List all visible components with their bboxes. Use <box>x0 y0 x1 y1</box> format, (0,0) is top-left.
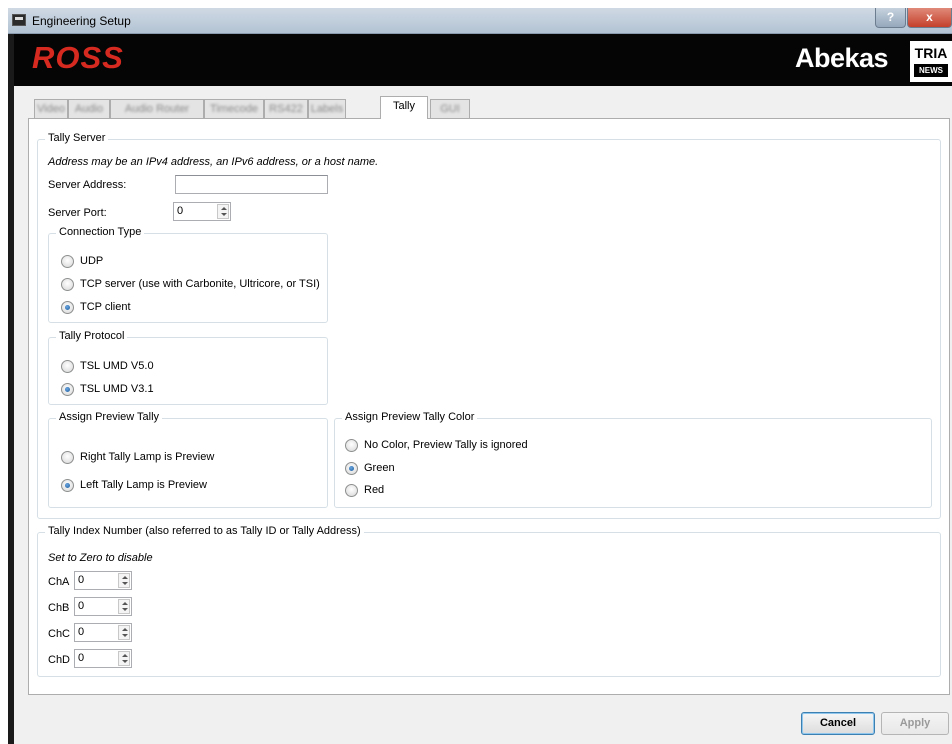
radio-tsl-v50[interactable] <box>61 360 74 373</box>
chb-spinbox[interactable]: 0 <box>74 597 132 616</box>
spin-arrows-icon[interactable] <box>118 625 130 640</box>
server-address-input[interactable] <box>175 175 328 194</box>
tab-video[interactable]: Video <box>34 99 68 118</box>
spin-arrows-icon[interactable] <box>118 651 130 666</box>
assign-preview-tally-color-title: Assign Preview Tally Color <box>342 411 478 423</box>
chc-value: 0 <box>78 626 85 638</box>
server-port-spinbox[interactable]: 0 <box>173 202 231 221</box>
assign-preview-tally-group: Assign Preview Tally Right Tally Lamp is… <box>48 411 328 508</box>
assign-preview-tally-color-group: Assign Preview Tally Color No Color, Pre… <box>334 411 932 508</box>
radio-tcp-server[interactable] <box>61 278 74 291</box>
radio-tcp-client[interactable] <box>61 301 74 314</box>
tab-labels[interactable]: Labels <box>308 99 346 118</box>
tab-audio-router[interactable]: Audio Router <box>110 99 204 118</box>
help-button[interactable]: ? <box>875 8 906 28</box>
apply-button[interactable]: Apply <box>881 712 949 735</box>
radio-no-color[interactable] <box>345 439 358 452</box>
tria-logo-text: TRIA <box>914 45 948 61</box>
red-label[interactable]: Red <box>364 484 384 496</box>
no-color-label[interactable]: No Color, Preview Tally is ignored <box>364 439 528 451</box>
abekas-logo: Abekas <box>795 43 889 73</box>
tria-news-logo: TRIA NEWS <box>910 41 952 82</box>
radio-red[interactable] <box>345 484 358 497</box>
chd-label: ChD <box>48 654 71 666</box>
tally-protocol-group: Tally Protocol TSL UMD V5.0 TSL UMD V3.1 <box>48 330 328 405</box>
radio-left-lamp[interactable] <box>61 479 74 492</box>
connection-type-group: Connection Type UDP TCP server (use with… <box>48 226 328 323</box>
cha-spinbox[interactable]: 0 <box>74 571 132 590</box>
tcp-client-label[interactable]: TCP client <box>80 301 131 313</box>
chc-spinbox[interactable]: 0 <box>74 623 132 642</box>
address-hint: Address may be an IPv4 address, an IPv6 … <box>48 156 379 168</box>
radio-green[interactable] <box>345 462 358 475</box>
chc-label: ChC <box>48 628 71 640</box>
chd-value: 0 <box>78 652 85 664</box>
right-lamp-label[interactable]: Right Tally Lamp is Preview <box>80 451 214 463</box>
tab-gui[interactable]: GUI <box>430 99 470 118</box>
server-port-label: Server Port: <box>48 207 107 219</box>
tally-protocol-title: Tally Protocol <box>56 330 128 342</box>
spin-arrows-icon[interactable] <box>118 573 130 588</box>
tally-index-group: Tally Index Number (also referred to as … <box>37 525 941 677</box>
tally-index-hint: Set to Zero to disable <box>48 552 153 564</box>
left-lamp-label[interactable]: Left Tally Lamp is Preview <box>80 479 207 491</box>
ross-logo: ROSS <box>32 40 124 75</box>
server-address-label: Server Address: <box>48 179 127 191</box>
window-title: Engineering Setup <box>32 14 131 28</box>
tab-rs422[interactable]: RS422 <box>264 99 308 118</box>
radio-right-lamp[interactable] <box>61 451 74 464</box>
tcp-server-label[interactable]: TCP server (use with Carbonite, Ultricor… <box>80 278 320 290</box>
connection-type-title: Connection Type <box>56 226 145 238</box>
chb-value: 0 <box>78 600 85 612</box>
app-icon <box>12 14 26 26</box>
news-logo-text: NEWS <box>914 64 948 77</box>
spin-arrows-icon[interactable] <box>118 599 130 614</box>
tsl-v31-label[interactable]: TSL UMD V3.1 <box>80 383 154 395</box>
spin-arrows-icon[interactable] <box>217 204 229 219</box>
brand-header: ROSS Abekas TRIA NEWS <box>14 34 952 86</box>
radio-udp[interactable] <box>61 255 74 268</box>
green-label[interactable]: Green <box>364 462 395 474</box>
tab-tally[interactable]: Tally <box>380 96 428 119</box>
tally-server-group: Tally Server Address may be an IPv4 addr… <box>37 132 941 519</box>
tally-index-title: Tally Index Number (also referred to as … <box>45 525 364 537</box>
tally-tab-pane: Tally Server Address may be an IPv4 addr… <box>28 118 950 695</box>
cancel-button[interactable]: Cancel <box>801 712 875 735</box>
server-port-value: 0 <box>177 205 184 217</box>
close-button[interactable]: x <box>907 8 952 28</box>
cha-label: ChA <box>48 576 70 588</box>
title-bar[interactable]: Engineering Setup ? x <box>8 8 952 34</box>
tab-timecode[interactable]: Timecode <box>204 99 264 118</box>
assign-preview-tally-title: Assign Preview Tally <box>56 411 163 423</box>
chb-label: ChB <box>48 602 70 614</box>
tally-server-title: Tally Server <box>45 132 109 144</box>
tsl-v50-label[interactable]: TSL UMD V5.0 <box>80 360 154 372</box>
cha-value: 0 <box>78 574 85 586</box>
chd-spinbox[interactable]: 0 <box>74 649 132 668</box>
radio-tsl-v31[interactable] <box>61 383 74 396</box>
tab-audio[interactable]: Audio <box>68 99 110 118</box>
udp-label[interactable]: UDP <box>80 255 103 267</box>
